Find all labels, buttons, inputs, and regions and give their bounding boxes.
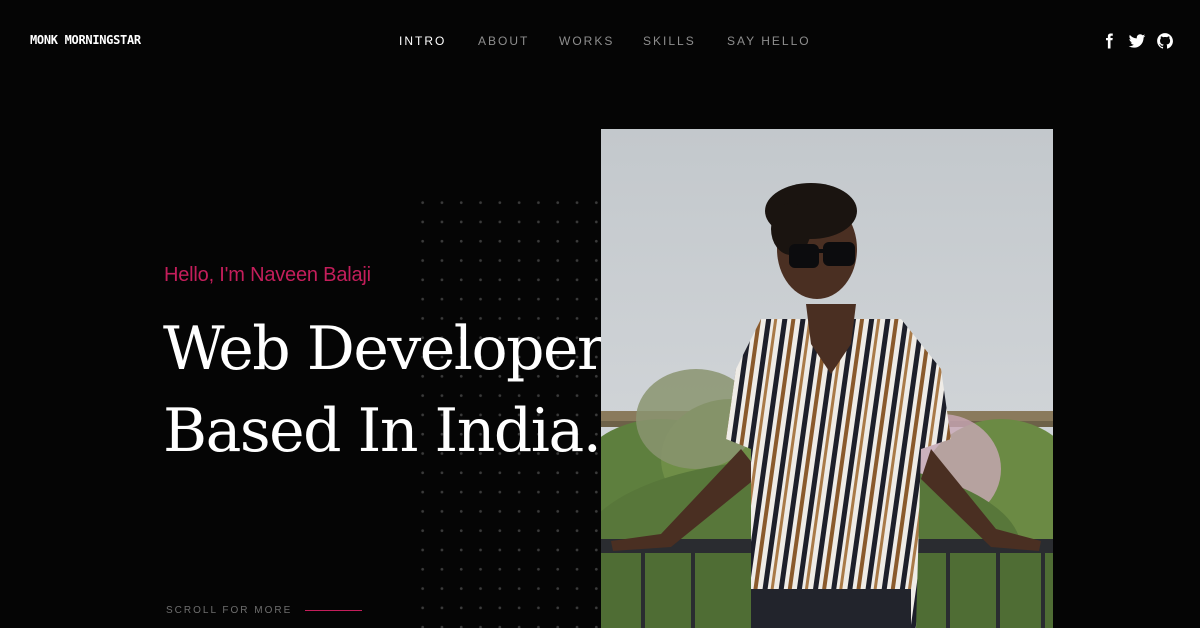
scroll-line [305, 610, 363, 611]
nav-intro[interactable]: INTRO [399, 34, 446, 48]
nav-say-hello[interactable]: SAY HELLO [727, 34, 811, 48]
facebook-icon[interactable] [1100, 32, 1118, 50]
headline-line-2: Based In India. [163, 396, 602, 466]
social-links [1090, 31, 1174, 51]
hero-headline: Web Developer Based In India. [163, 308, 606, 472]
twitter-icon[interactable] [1128, 32, 1146, 50]
nav-works[interactable]: WORKS [559, 34, 614, 48]
profile-photo [601, 129, 1053, 628]
scroll-label: SCROLL FOR MORE [166, 605, 293, 616]
nav-skills[interactable]: SKILLS [643, 34, 696, 48]
github-icon[interactable] [1156, 32, 1174, 50]
scroll-indicator[interactable]: SCROLL FOR MORE [166, 605, 363, 616]
profile-photo-illustration [601, 129, 1053, 628]
main-nav: INTRO ABOUT WORKS SKILLS SAY HELLO [0, 34, 1200, 48]
page: MONK MORNINGSTAR INTRO ABOUT WORKS SKILL… [0, 0, 1200, 628]
hero-greeting: Hello, I'm Naveen Balaji [164, 264, 371, 286]
headline-line-1: Web Developer [163, 314, 606, 384]
nav-about[interactable]: ABOUT [478, 34, 529, 48]
